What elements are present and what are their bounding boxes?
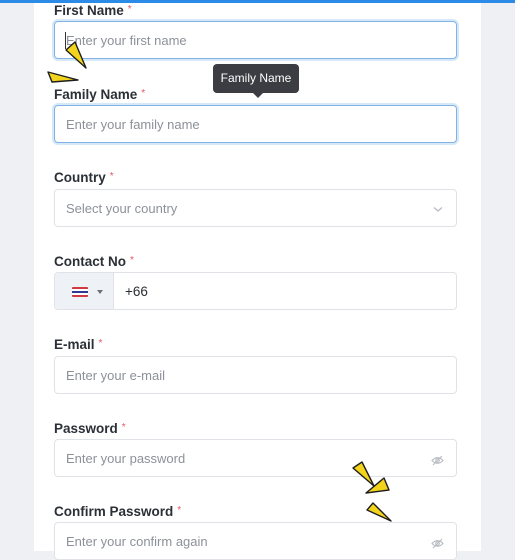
burst-mark — [366, 502, 392, 522]
burst-mark — [47, 71, 79, 83]
burst-mark — [352, 461, 375, 487]
burst-mark — [65, 41, 87, 69]
highlight-burst-marks — [47, 41, 392, 522]
